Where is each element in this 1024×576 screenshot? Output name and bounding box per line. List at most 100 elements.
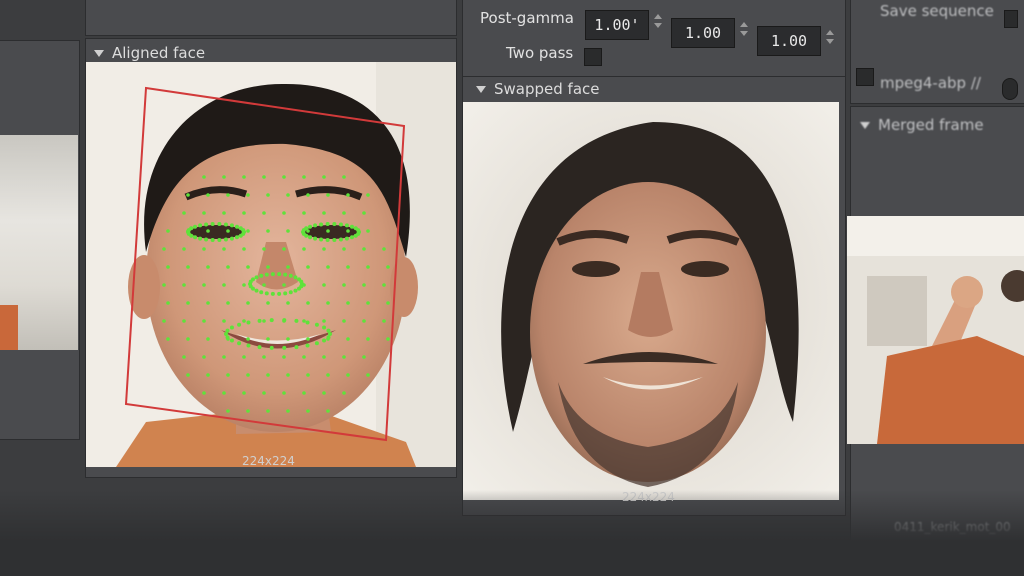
merged-frame-header[interactable]: Merged frame [860,116,984,134]
landmark-dot [306,301,310,305]
landmark-dot [322,325,327,330]
landmark-dot [349,235,354,240]
landmark-dot [246,229,250,233]
landmark-dot [344,236,349,241]
post-gamma-stepper-2[interactable] [738,22,750,36]
landmark-dot [306,337,310,341]
landmark-dot [202,247,206,251]
post-gamma-stepper-1[interactable] [652,14,664,28]
collapse-triangle-icon[interactable] [476,85,486,93]
landmark-dot [286,229,290,233]
landmark-dot [326,328,331,333]
landmark-dot [366,373,370,377]
landmark-dot [322,247,326,251]
swapped-face-image [463,102,839,500]
landmark-dot [186,265,190,269]
landmark-dot [238,233,243,238]
landmark-dot [314,322,319,327]
landmark-dot [226,229,230,233]
post-gamma-input-2[interactable]: 1.00 [671,18,735,48]
landmark-dot [262,211,266,215]
format-dropdown-button[interactable] [1002,78,1018,100]
landmark-dot [217,237,222,242]
landmark-dot [306,373,310,377]
landmark-dot [222,283,226,287]
landmark-dot [325,237,330,242]
landmark-dot [269,318,274,323]
landmark-dot [259,273,264,278]
landmark-dot [266,373,270,377]
landmark-dot [246,193,250,197]
landmark-dot [308,224,313,229]
app-screen: Post-gamma 1.00' 1.00 1.00 Two pass Save… [0,0,1024,576]
landmark-dot [206,373,210,377]
landmark-dot [250,277,255,282]
landmark-dot [266,301,270,305]
landmark-dot [342,247,346,251]
output-format-value[interactable]: mpeg4-abp // [880,74,981,92]
aligned-face-drawing [86,62,456,467]
swapped-face-header[interactable]: Swapped face [476,80,600,98]
landmark-dot [294,345,299,350]
merged-frame-image [847,216,1024,444]
landmark-dot [262,391,266,395]
post-gamma-input-3[interactable]: 1.00 [757,26,821,56]
landmark-dot [206,301,210,305]
landmark-dot [229,236,234,241]
landmark-dot [202,391,206,395]
collapse-triangle-icon[interactable] [860,121,870,129]
landmark-dot [262,319,266,323]
landmark-dot [366,301,370,305]
landmark-dot [262,247,266,251]
landmark-dot [206,229,210,233]
landmark-dot [270,291,275,296]
landmark-dot [242,247,246,251]
landmark-dot [242,391,246,395]
collapse-triangle-icon[interactable] [94,49,104,57]
landmark-dot [366,265,370,269]
landmark-dot [166,265,170,269]
landmark-dot [344,223,349,228]
landmark-dot [313,223,318,228]
landmark-dot [162,247,166,251]
landmark-dot [326,335,331,340]
landmark-dot [346,373,350,377]
landmark-dot [325,222,330,227]
landmark-dot [282,175,286,179]
landmark-dot [266,337,270,341]
landmark-dot [302,211,306,215]
format-checkbox[interactable] [856,68,874,86]
landmark-dot [222,319,226,323]
save-sequence-checkbox[interactable] [1004,10,1018,28]
landmark-dot [222,175,226,179]
landmark-dot [299,279,304,284]
top-strip-panel [85,0,457,36]
landmark-dot [266,409,270,413]
landmark-dot [283,291,288,296]
landmark-dot [266,229,270,233]
landmark-dot [246,265,250,269]
post-gamma-label: Post-gamma [480,9,574,27]
landmark-dot [286,337,290,341]
landmark-dot [262,283,266,287]
landmark-dot [346,265,350,269]
landmark-dot [382,247,386,251]
landmark-dot [242,211,246,215]
landmark-dot [189,226,194,231]
landmark-dot [206,193,210,197]
bottom-bar [0,490,1024,576]
landmark-dot [332,222,337,227]
landmark-dot [241,228,246,233]
landmark-dot [217,222,222,227]
aligned-face-header[interactable]: Aligned face [94,44,205,62]
post-gamma-stepper-3[interactable] [824,30,836,44]
landmark-dot [282,211,286,215]
two-pass-checkbox[interactable] [584,48,602,66]
landmark-dot [342,355,346,359]
landmark-dot [222,391,226,395]
post-gamma-input-1[interactable]: 1.00' [585,10,649,40]
landmark-dot [246,409,250,413]
landmark-dot [266,193,270,197]
landmark-dot [286,301,290,305]
landmark-dot [308,235,313,240]
